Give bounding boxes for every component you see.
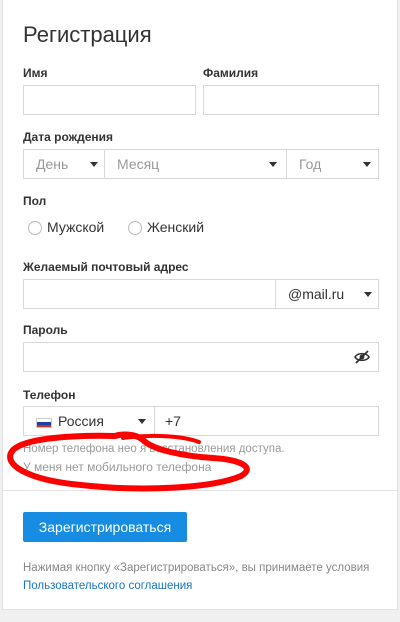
first-name-label: Имя xyxy=(23,66,48,80)
gender-female-radio[interactable] xyxy=(128,221,142,235)
terms-text: Нажимая кнопку «Зарегистрироваться», вы … xyxy=(23,559,383,595)
last-name-label: Фамилия xyxy=(203,66,259,80)
russia-flag-icon xyxy=(36,418,52,428)
year-select[interactable]: Год xyxy=(286,149,379,179)
password-label: Пароль xyxy=(23,323,68,337)
month-select-value: Месяц xyxy=(117,156,160,172)
phone-label: Телефон xyxy=(23,388,76,402)
first-name-input[interactable] xyxy=(23,85,196,115)
gender-female-label[interactable]: Женский xyxy=(147,219,204,235)
phone-hint: Номер телефона нео я восстановления дост… xyxy=(23,443,285,455)
email-domain-value: @mail.ru xyxy=(288,286,345,302)
chevron-down-icon xyxy=(363,162,371,167)
password-input[interactable] xyxy=(23,342,379,372)
day-select-value: День xyxy=(36,156,69,172)
page-title: Регистрация xyxy=(23,22,152,47)
day-select[interactable]: День xyxy=(23,149,105,179)
birth-date-label: Дата рождения xyxy=(23,130,114,144)
chevron-down-icon xyxy=(90,162,98,167)
divider xyxy=(3,490,399,491)
chevron-down-icon xyxy=(138,419,146,424)
month-select[interactable]: Месяц xyxy=(104,149,287,179)
registration-card: Регистрация Имя Фамилия Дата рождения Де… xyxy=(2,0,399,610)
gender-label: Пол xyxy=(23,194,47,208)
chevron-down-icon xyxy=(364,292,372,297)
no-phone-link[interactable]: У меня нет мобильного телефона xyxy=(23,460,211,474)
phone-input[interactable]: +7 xyxy=(154,406,379,436)
terms-text-prefix: Нажимая кнопку «Зарегистрироваться», вы … xyxy=(23,562,370,574)
chevron-down-icon xyxy=(269,162,277,167)
country-select-value: Россия xyxy=(58,413,104,429)
country-select[interactable]: Россия xyxy=(23,406,155,436)
gender-male-radio[interactable] xyxy=(28,221,42,235)
phone-code: +7 xyxy=(165,413,181,429)
email-label: Желаемый почтовый адрес xyxy=(23,260,189,274)
eye-off-icon[interactable] xyxy=(354,350,370,369)
year-select-value: Год xyxy=(299,156,322,172)
last-name-input[interactable] xyxy=(203,85,379,115)
email-domain-select[interactable]: @mail.ru xyxy=(275,279,379,309)
email-input[interactable] xyxy=(23,279,276,309)
terms-link[interactable]: Пользовательского соглашения xyxy=(23,580,192,592)
register-button[interactable]: Зарегистрироваться xyxy=(23,512,187,542)
gender-male-label[interactable]: Мужской xyxy=(47,219,104,235)
